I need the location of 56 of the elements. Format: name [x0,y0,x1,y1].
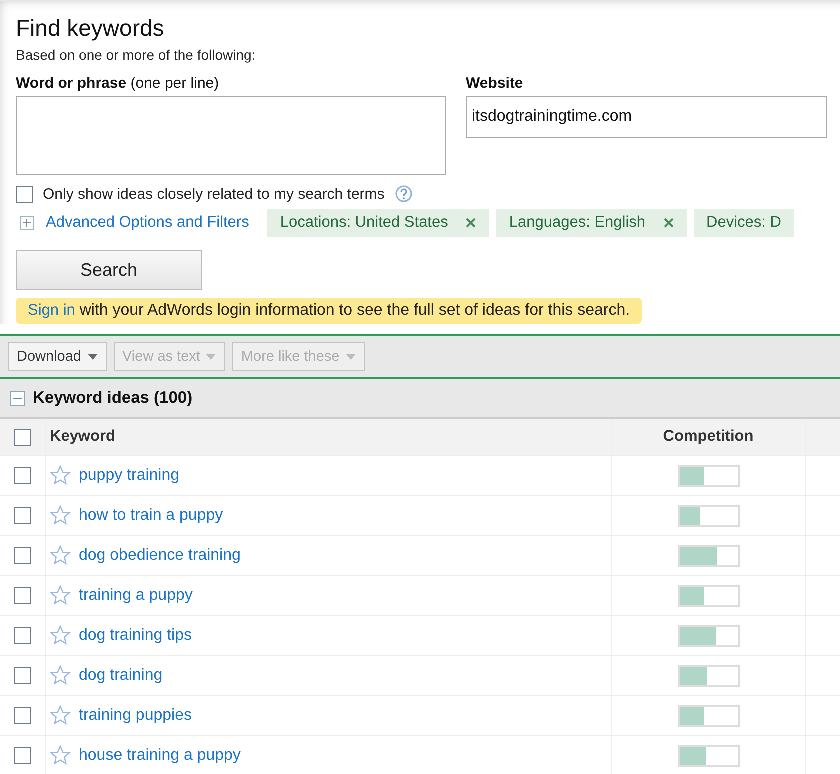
checkbox[interactable] [14,467,31,484]
caret-icon [206,354,216,360]
field-label: Website [466,75,524,92]
checkbox[interactable] [14,587,31,604]
keyword-link[interactable]: dog obedience training [79,546,241,564]
sign-in-link[interactable]: Sign in [28,302,76,319]
star-icon[interactable] [50,705,71,726]
expand-icon[interactable] [20,216,34,230]
caret-icon [88,354,98,360]
filter-chip[interactable]: Devices: D [694,209,794,237]
star-icon[interactable] [50,625,71,646]
column-header[interactable]: Keyword [50,428,116,446]
star-icon[interactable] [50,665,71,686]
keyword-link[interactable]: training a puppy [79,586,193,604]
section-title: Keyword ideas (100) [33,388,193,408]
remove-icon[interactable] [466,218,476,228]
star-icon[interactable] [50,585,71,606]
toolbar-button[interactable]: Download [8,342,106,371]
checkbox[interactable] [16,186,33,202]
star-icon[interactable] [50,465,71,486]
filter-label: Languages: English [509,214,646,232]
star-icon[interactable] [50,545,71,566]
word-input-field[interactable] [16,96,446,175]
advanced-options-link[interactable]: Advanced Options and Filters [46,214,250,232]
checkbox[interactable] [14,428,31,446]
field-label: Word or phrase [16,75,127,92]
checkbox[interactable] [14,507,31,524]
keyword-link[interactable]: puppy training [79,466,180,484]
checkbox[interactable] [14,747,31,764]
help-icon[interactable] [394,185,413,203]
filter-chip[interactable]: Languages: English [496,209,687,237]
sign-in-notice: Sign in with your AdWords login information to see the full set of ideas for this search. [16,298,642,324]
search-button[interactable]: Search [16,250,202,290]
checkbox[interactable] [14,707,31,724]
star-icon[interactable] [50,505,71,526]
keyword-link[interactable]: house training a puppy [79,746,241,764]
checkbox[interactable] [14,547,31,564]
field-hint: (one per line) [130,75,220,92]
filter-label: Devices: D [706,214,782,232]
filter-chip[interactable]: Locations: United States [267,209,490,237]
keyword-link[interactable]: training puppies [79,706,192,724]
collapse-icon[interactable] [10,390,25,406]
remove-icon[interactable] [664,218,674,228]
keyword-link[interactable]: how to train a puppy [79,506,224,524]
checkbox-label: Only show ideas closely related to my search terms [43,186,385,202]
caret-icon [346,354,356,360]
column-header[interactable]: Competition [663,428,754,446]
subtitle: Based on one or more of the following: [16,47,257,63]
keyword-link[interactable]: dog training [79,666,163,684]
star-icon[interactable] [50,745,71,766]
checkbox[interactable] [14,667,31,684]
checkbox[interactable] [14,627,31,644]
website-input-field[interactable]: itsdogtrainingtime.com [466,96,827,138]
filter-label: Locations: United States [280,214,448,232]
keyword-link[interactable]: dog training tips [79,626,192,644]
page-title: Find keywords [16,15,166,41]
